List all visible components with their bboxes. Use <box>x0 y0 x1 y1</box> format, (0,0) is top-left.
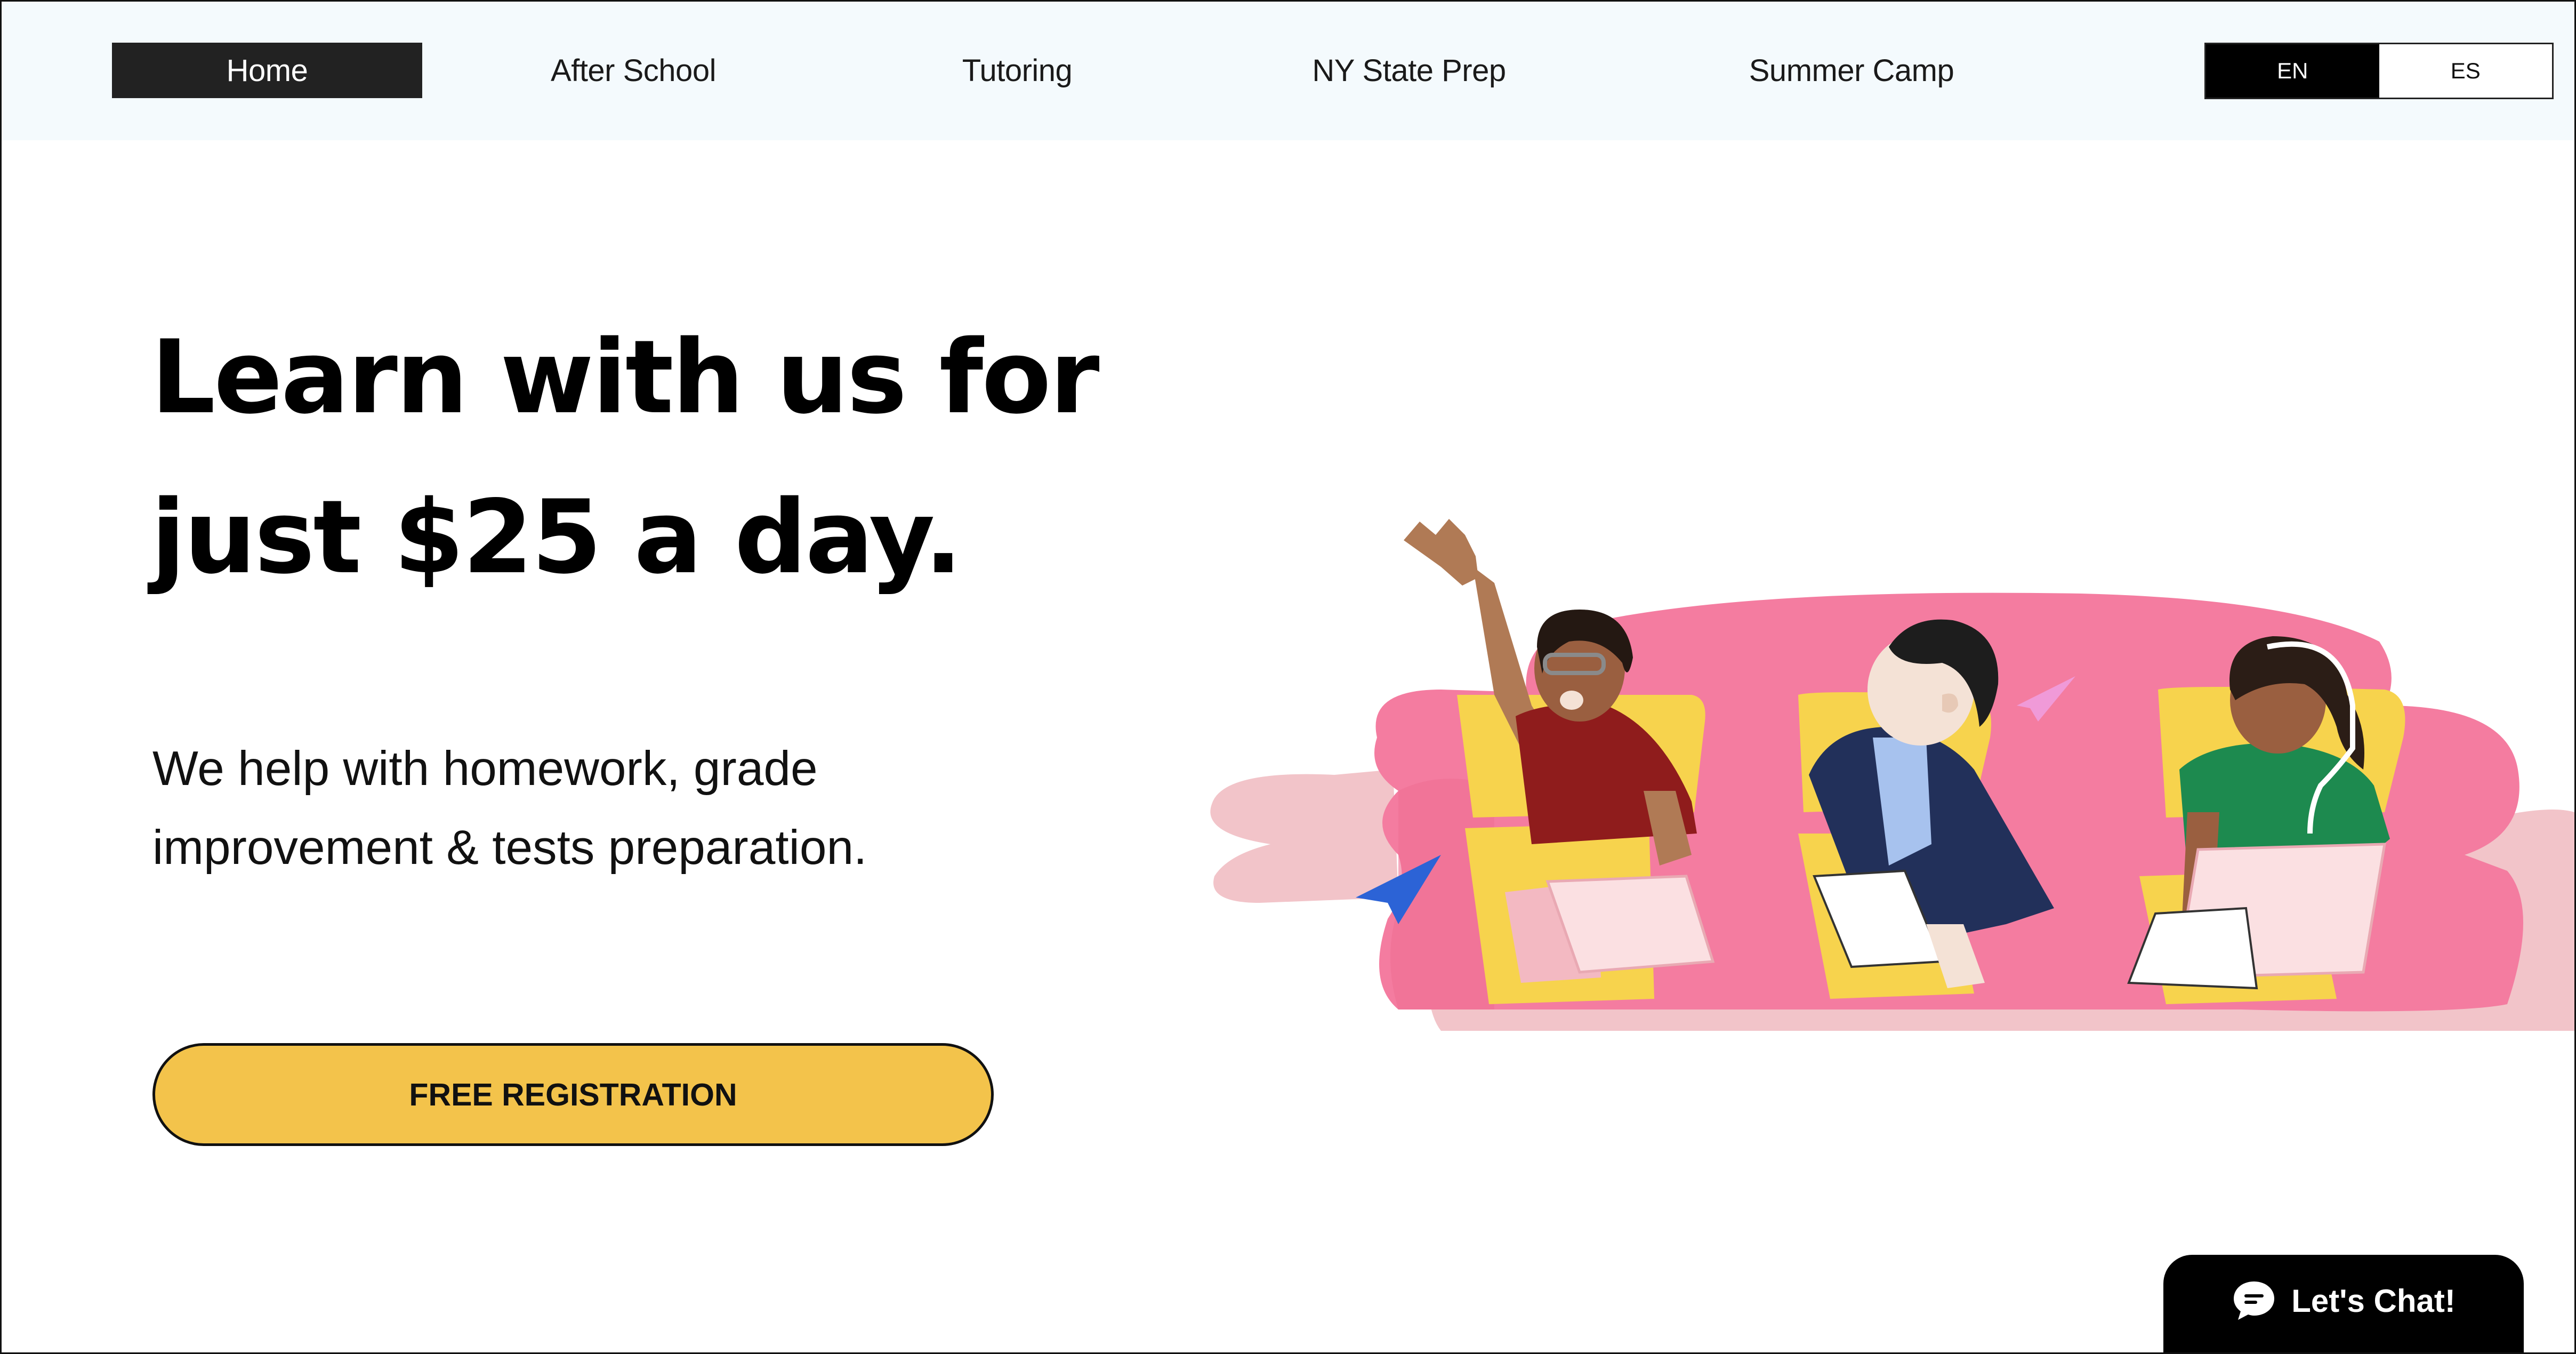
student-1-mouth <box>1560 691 1583 710</box>
page: Home After School Tutoring NY State Prep… <box>0 0 2576 1354</box>
hero-headline-line-1: Learn with us for <box>151 318 1100 436</box>
chat-label: Let's Chat! <box>2291 1283 2456 1319</box>
language-switcher: EN ES <box>2204 43 2554 99</box>
nav-item-summer-camp[interactable]: Summer Camp <box>1702 43 2001 98</box>
top-navigation: Home After School Tutoring NY State Prep… <box>2 2 2574 140</box>
free-registration-button[interactable]: FREE REGISTRATION <box>152 1043 994 1146</box>
three-students-at-desks-illustration <box>1210 519 2574 1031</box>
hero-headline-line-2: just $25 a day. <box>151 478 963 596</box>
nav-item-ny-state-prep[interactable]: NY State Prep <box>1260 43 1558 98</box>
light-pink-blob <box>1210 770 1398 903</box>
hero-subtext-line-2: improvement & tests preparation. <box>152 821 867 875</box>
nav-item-tutoring[interactable]: Tutoring <box>868 43 1166 98</box>
student-1-hand <box>1404 519 1478 586</box>
chat-content: Let's Chat! <box>2232 1279 2456 1322</box>
chat-bubble-icon <box>2234 1281 2275 1320</box>
nav-item-home[interactable]: Home <box>112 43 422 98</box>
hero-subtext-line-1: We help with homework, grade <box>152 742 818 796</box>
lets-chat-button[interactable]: Let's Chat! <box>2163 1255 2524 1352</box>
language-es-button[interactable]: ES <box>2379 44 2552 98</box>
nav-item-after-school[interactable]: After School <box>484 43 783 98</box>
hero-headline: Learn with us for just $25 a day. <box>151 298 1164 618</box>
language-en-button[interactable]: EN <box>2206 44 2379 98</box>
hero-subtext: We help with homework, grade improvement … <box>152 730 1059 887</box>
